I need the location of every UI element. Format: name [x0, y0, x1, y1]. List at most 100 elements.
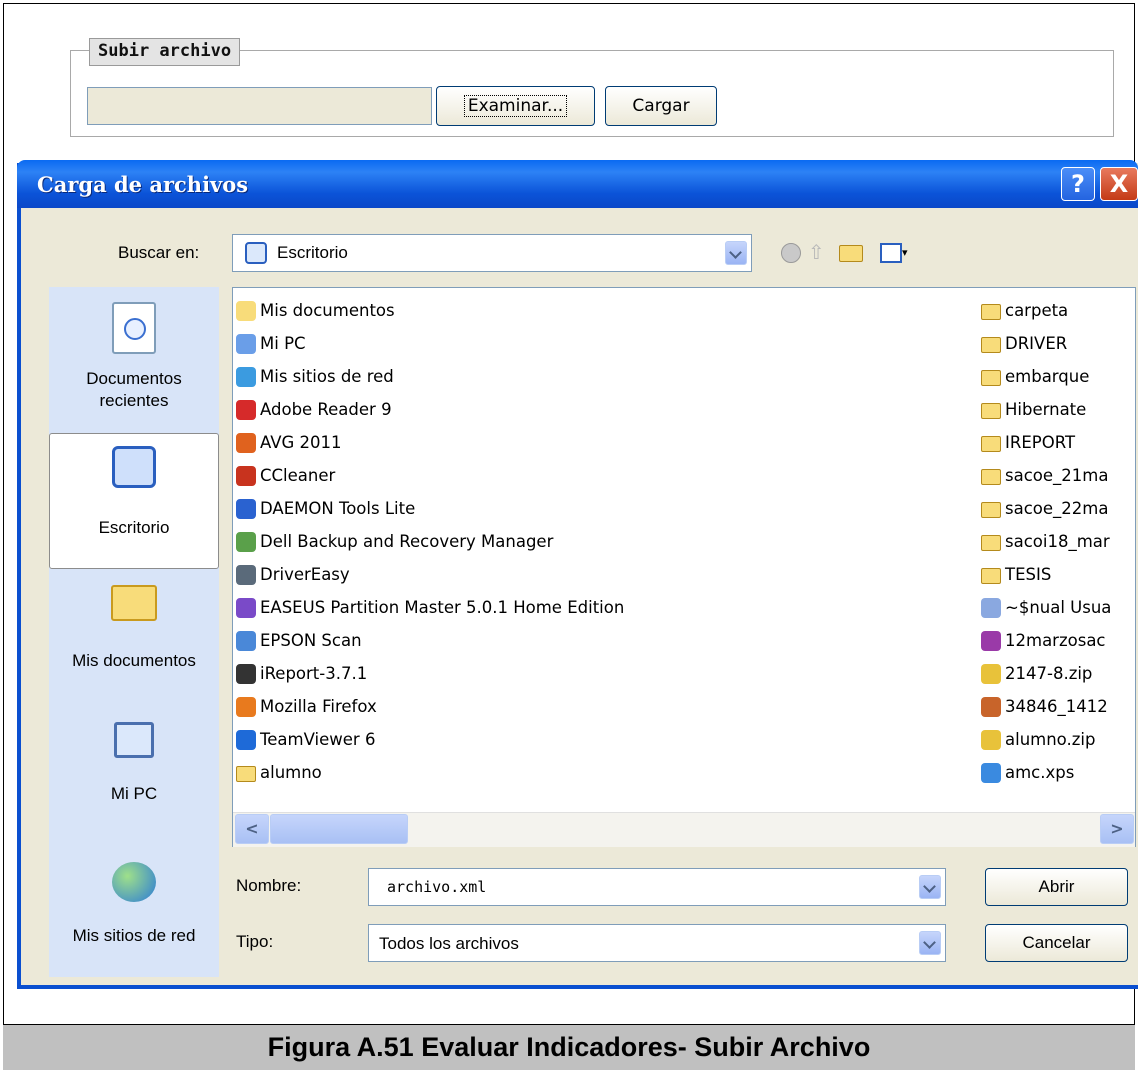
file-name: iReport-3.7.1 [260, 664, 368, 683]
daemon-tools-icon [236, 498, 256, 519]
file-name: sacoe_21ma [1005, 466, 1109, 485]
place-recent-documents[interactable]: Documentos recientes [49, 302, 219, 422]
dell-backup-icon [236, 531, 256, 552]
file-item[interactable]: AVG 2011 [236, 426, 936, 459]
scroll-thumb[interactable] [270, 814, 408, 844]
file-name: DRIVER [1005, 334, 1068, 353]
load-button[interactable]: Cargar [605, 86, 717, 126]
folder-icon [236, 765, 256, 782]
file-name: Hibernate [1005, 400, 1087, 419]
cancel-button[interactable]: Cancelar [985, 924, 1128, 962]
file-item[interactable]: Mis documentos [236, 294, 936, 327]
file-name: embarque [1005, 367, 1090, 386]
file-item[interactable]: Mozilla Firefox [236, 690, 936, 723]
lookin-label: Buscar en: [118, 243, 200, 262]
new-folder-icon[interactable] [839, 245, 863, 262]
filename-field[interactable]: archivo.xml [368, 868, 946, 906]
close-button[interactable]: X [1100, 167, 1138, 201]
file-item[interactable]: Dell Backup and Recovery Manager [236, 525, 936, 558]
file-name: Mis documentos [260, 301, 395, 320]
view-menu-icon[interactable] [880, 243, 902, 263]
folder-icon [981, 468, 1001, 485]
back-icon[interactable] [781, 243, 801, 263]
lookin-combo[interactable]: Escritorio [232, 234, 752, 272]
file-item[interactable]: amc.xps [981, 756, 1131, 789]
file-item[interactable]: 34846_1412 [981, 690, 1131, 723]
file-item[interactable]: IREPORT [981, 426, 1131, 459]
file-name: sacoe_22ma [1005, 499, 1109, 518]
filetype-select[interactable]: Todos los archivos [368, 924, 946, 962]
file-item[interactable]: DRIVER [981, 327, 1131, 360]
xps-icon [981, 762, 1001, 783]
place-my-computer[interactable]: Mi PC [49, 722, 219, 822]
file-item[interactable]: sacoi18_mar [981, 525, 1131, 558]
file-item[interactable]: DriverEasy [236, 558, 936, 591]
file-name: Mis sitios de red [260, 367, 394, 386]
place-label: Mis sitios de red [72, 926, 196, 945]
file-item[interactable]: sacoe_22ma [981, 492, 1131, 525]
chevron-down-icon[interactable] [919, 875, 941, 899]
help-button[interactable]: ? [1061, 167, 1095, 201]
file-item[interactable]: TeamViewer 6 [236, 723, 936, 756]
file-item[interactable]: DAEMON Tools Lite [236, 492, 936, 525]
file-item[interactable]: Adobe Reader 9 [236, 393, 936, 426]
file-name: EASEUS Partition Master 5.0.1 Home Editi… [260, 598, 625, 617]
lookin-value: Escritorio [277, 243, 348, 262]
file-name: ~$nual Usua [1005, 598, 1112, 617]
up-folder-icon[interactable]: ⇧ [808, 242, 828, 264]
scroll-right-icon[interactable]: > [1100, 814, 1134, 844]
drivereasy-icon [236, 564, 256, 585]
image-file-icon [981, 696, 1001, 717]
file-item[interactable]: alumno [236, 756, 936, 789]
place-my-documents[interactable]: Mis documentos [49, 585, 219, 685]
place-label: Escritorio [98, 518, 170, 537]
open-button[interactable]: Abrir [985, 868, 1128, 906]
firefox-icon [236, 696, 256, 717]
place-desktop[interactable]: Escritorio [49, 433, 219, 569]
file-item[interactable]: TESIS [981, 558, 1131, 591]
file-name: carpeta [1005, 301, 1069, 320]
file-item[interactable]: embarque [981, 360, 1131, 393]
my-documents-icon [111, 585, 157, 621]
figure-caption: Figura A.51 Evaluar Indicadores- Subir A… [3, 1024, 1135, 1070]
network-places-icon [236, 366, 256, 387]
file-list-right-column: carpeta DRIVER embarque Hibernate IREPORT sac… [981, 294, 1131, 789]
easeus-icon [236, 597, 256, 618]
avg-icon [236, 432, 256, 453]
file-item[interactable]: Mi PC [236, 327, 936, 360]
file-item[interactable]: ~$nual Usua [981, 591, 1131, 624]
network-places-icon [112, 862, 156, 902]
desktop-icon [245, 242, 267, 264]
file-item[interactable]: CCleaner [236, 459, 936, 492]
filename-label: Nombre: [236, 876, 302, 895]
file-item[interactable]: sacoe_21ma [981, 459, 1131, 492]
file-name: DriverEasy [260, 565, 350, 584]
file-item[interactable]: Hibernate [981, 393, 1131, 426]
file-item[interactable]: 2147-8.zip [981, 657, 1131, 690]
folder-icon [981, 369, 1001, 386]
browse-button[interactable]: Examinar... [436, 86, 595, 126]
file-name: 12marzosac [1005, 631, 1106, 650]
file-name: TeamViewer 6 [260, 730, 376, 749]
file-item[interactable]: carpeta [981, 294, 1131, 327]
filename-value: archivo.xml [387, 878, 487, 896]
file-name: Mi PC [260, 334, 306, 353]
file-item[interactable]: EPSON Scan [236, 624, 936, 657]
upload-legend: Subir archivo [89, 38, 241, 66]
file-item[interactable]: 12marzosac [981, 624, 1131, 657]
adobe-reader-icon [236, 399, 256, 420]
chevron-down-icon[interactable] [725, 241, 747, 265]
file-path-field[interactable] [87, 87, 432, 125]
folder-icon [981, 534, 1001, 551]
file-item[interactable]: EASEUS Partition Master 5.0.1 Home Editi… [236, 591, 936, 624]
file-name: sacoi18_mar [1005, 532, 1110, 551]
my-computer-icon [114, 722, 154, 758]
chevron-down-icon[interactable] [919, 931, 941, 955]
file-item[interactable]: alumno.zip [981, 723, 1131, 756]
place-network[interactable]: Mis sitios de red [49, 862, 219, 962]
browse-button-label: Examinar... [463, 95, 568, 117]
scroll-left-icon[interactable]: < [235, 814, 269, 844]
view-menu-chevron-icon[interactable]: ▾ [902, 246, 908, 259]
file-item[interactable]: iReport-3.7.1 [236, 657, 936, 690]
file-item[interactable]: Mis sitios de red [236, 360, 936, 393]
